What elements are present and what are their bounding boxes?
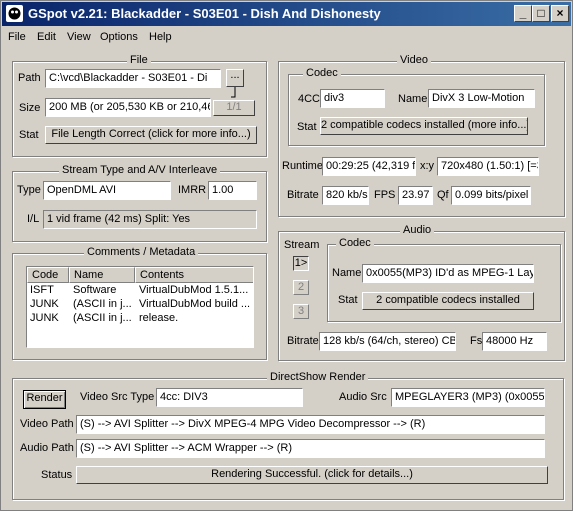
size-field[interactable]: 200 MB (or 205,530 KB or 210,46 bbox=[45, 98, 211, 117]
audio-path-label: Audio Path bbox=[20, 442, 74, 454]
app-icon[interactable] bbox=[6, 5, 23, 22]
close-icon: × bbox=[556, 6, 564, 20]
video-path-field[interactable]: (S) --> AVI Splitter --> DivX MPEG-4 MPG… bbox=[76, 415, 545, 434]
xy-label: x:y bbox=[420, 160, 435, 172]
row-contents: VirtualDubMod 1.5.1... bbox=[139, 284, 249, 296]
codec-name-field[interactable]: DivX 3 Low-Motion bbox=[428, 89, 535, 108]
render-status-button[interactable]: Rendering Successful. (click for details… bbox=[76, 466, 548, 484]
stream-group-title: Stream Type and A/V Interleave bbox=[59, 164, 221, 176]
video-codec-title: Codec bbox=[303, 67, 341, 79]
path-connector-line bbox=[231, 87, 236, 98]
maximize-icon: □ bbox=[537, 6, 545, 20]
maximize-button[interactable]: □ bbox=[532, 5, 550, 22]
audio-path-field[interactable]: (S) --> AVI Splitter --> ACM Wrapper -->… bbox=[76, 439, 545, 458]
table-row[interactable]: JUNK (ASCII in j... release. bbox=[27, 311, 253, 325]
row-name: (ASCII in j... bbox=[73, 312, 131, 324]
imrr-field[interactable]: 1.00 bbox=[208, 181, 257, 200]
table-row[interactable]: ISFT Software VirtualDubMod 1.5.1... bbox=[27, 283, 253, 297]
audio-name-label: Name bbox=[332, 267, 362, 279]
menu-view[interactable]: View bbox=[67, 31, 91, 43]
fps-label: FPS bbox=[374, 189, 396, 201]
stat-label: Stat bbox=[19, 129, 39, 141]
qf-field[interactable]: 0.099 bits/pixel bbox=[451, 186, 531, 205]
il-label: I/L bbox=[27, 213, 40, 225]
video-path-label: Video Path bbox=[20, 418, 74, 430]
browse-button[interactable]: ... bbox=[226, 69, 244, 87]
video-codec-group: Codec bbox=[288, 67, 545, 146]
audio-bitrate-label: Bitrate bbox=[287, 335, 319, 347]
runtime-field[interactable]: 00:29:25 (42,319 fr bbox=[322, 157, 416, 176]
video-bitrate-field[interactable]: 820 kb/s bbox=[322, 186, 369, 205]
audio-codec-title: Codec bbox=[336, 237, 374, 249]
window-title: GSpot v2.21: Blackadder - S03E01 - Dish … bbox=[28, 6, 381, 21]
qf-label: Qf bbox=[437, 189, 449, 201]
audio-stream-2-button[interactable]: 2 bbox=[293, 280, 309, 295]
table-row[interactable]: JUNK (ASCII in j... VirtualDubMod build … bbox=[27, 297, 253, 311]
menu-edit[interactable]: Edit bbox=[37, 31, 56, 43]
row-code: JUNK bbox=[30, 312, 59, 324]
video-bitrate-label: Bitrate bbox=[287, 189, 319, 201]
path-label: Path bbox=[18, 72, 41, 84]
type-field[interactable]: OpenDML AVI bbox=[43, 181, 171, 200]
render-button[interactable]: Render bbox=[23, 390, 66, 409]
file-length-button[interactable]: File Length Correct (click for more info… bbox=[45, 126, 257, 144]
column-header-contents[interactable]: Contents bbox=[135, 267, 253, 283]
imrr-label: IMRR bbox=[178, 184, 207, 196]
column-header-name[interactable]: Name bbox=[69, 267, 135, 283]
row-contents: release. bbox=[139, 312, 179, 324]
fs-label: Fs bbox=[470, 335, 483, 347]
runtime-label: Runtime bbox=[282, 160, 323, 172]
type-label: Type bbox=[17, 184, 41, 196]
row-contents: VirtualDubMod build ... bbox=[139, 298, 251, 310]
directshow-group-title: DirectShow Render bbox=[267, 371, 369, 383]
metadata-list[interactable]: Code Name Contents ISFT Software Virtual… bbox=[26, 266, 254, 348]
fourcc-field[interactable]: div3 bbox=[320, 89, 385, 108]
audio-stat-label: Stat bbox=[338, 294, 358, 306]
audio-src-field[interactable]: MPEGLAYER3 (MP3) (0x0055) bbox=[391, 388, 545, 407]
menu-bar: File Edit View Options Help bbox=[2, 28, 571, 46]
audio-stream-3-button[interactable]: 3 bbox=[293, 304, 309, 319]
menu-file[interactable]: File bbox=[8, 31, 26, 43]
gspot-window: GSpot v2.21: Blackadder - S03E01 - Dish … bbox=[0, 0, 573, 511]
menu-help[interactable]: Help bbox=[149, 31, 172, 43]
fps-field[interactable]: 23.97 bbox=[398, 186, 433, 205]
video-stat-label: Stat bbox=[297, 121, 317, 133]
video-group-title: Video bbox=[397, 54, 431, 66]
fourcc-label: 4CC bbox=[298, 93, 321, 105]
audio-codecs-button[interactable]: 2 compatible codecs installed bbox=[362, 292, 534, 310]
audio-src-label: Audio Src bbox=[339, 391, 387, 403]
close-button[interactable]: × bbox=[551, 5, 569, 22]
fs-field[interactable]: 48000 Hz bbox=[482, 332, 547, 351]
codec-name-label: Name bbox=[398, 93, 428, 105]
minimize-button[interactable]: _ bbox=[514, 5, 532, 22]
audio-bitrate-field[interactable]: 128 kb/s (64/ch, stereo) CB bbox=[319, 332, 456, 351]
audio-codec-group: Codec bbox=[327, 237, 561, 322]
comments-group-title: Comments / Metadata bbox=[84, 246, 199, 258]
video-codecs-button[interactable]: 2 compatible codecs installed (more info… bbox=[320, 117, 528, 135]
page-button[interactable]: 1/1 bbox=[213, 100, 255, 116]
path-field[interactable]: C:\vcd\Blackadder - S03E01 - Di bbox=[45, 69, 221, 88]
title-bar[interactable]: GSpot v2.21: Blackadder - S03E01 - Dish … bbox=[2, 2, 571, 26]
audio-group-title: Audio bbox=[400, 224, 435, 236]
status-label: Status bbox=[41, 469, 73, 481]
file-group-title: File bbox=[127, 54, 151, 66]
column-header-code[interactable]: Code bbox=[27, 267, 69, 283]
row-code: JUNK bbox=[30, 298, 59, 310]
size-label: Size bbox=[19, 102, 41, 114]
il-field[interactable]: 1 vid frame (42 ms) Split: Yes bbox=[43, 210, 257, 229]
video-src-type-label: Video Src Type bbox=[80, 391, 155, 403]
video-src-type-field[interactable]: 4cc: DIV3 bbox=[156, 388, 303, 407]
xy-field[interactable]: 720x480 (1.50:1) [=3: bbox=[437, 157, 539, 176]
minimize-icon: _ bbox=[519, 6, 527, 20]
audio-name-field[interactable]: 0x0055(MP3) ID'd as MPEG-1 Lay bbox=[362, 264, 534, 283]
row-name: Software bbox=[73, 284, 117, 296]
menu-options[interactable]: Options bbox=[100, 31, 138, 43]
audio-stream-label: Stream bbox=[284, 239, 320, 251]
audio-stream-1-button[interactable]: 1> bbox=[293, 256, 309, 271]
row-code: ISFT bbox=[30, 284, 54, 296]
row-name: (ASCII in j... bbox=[73, 298, 131, 310]
